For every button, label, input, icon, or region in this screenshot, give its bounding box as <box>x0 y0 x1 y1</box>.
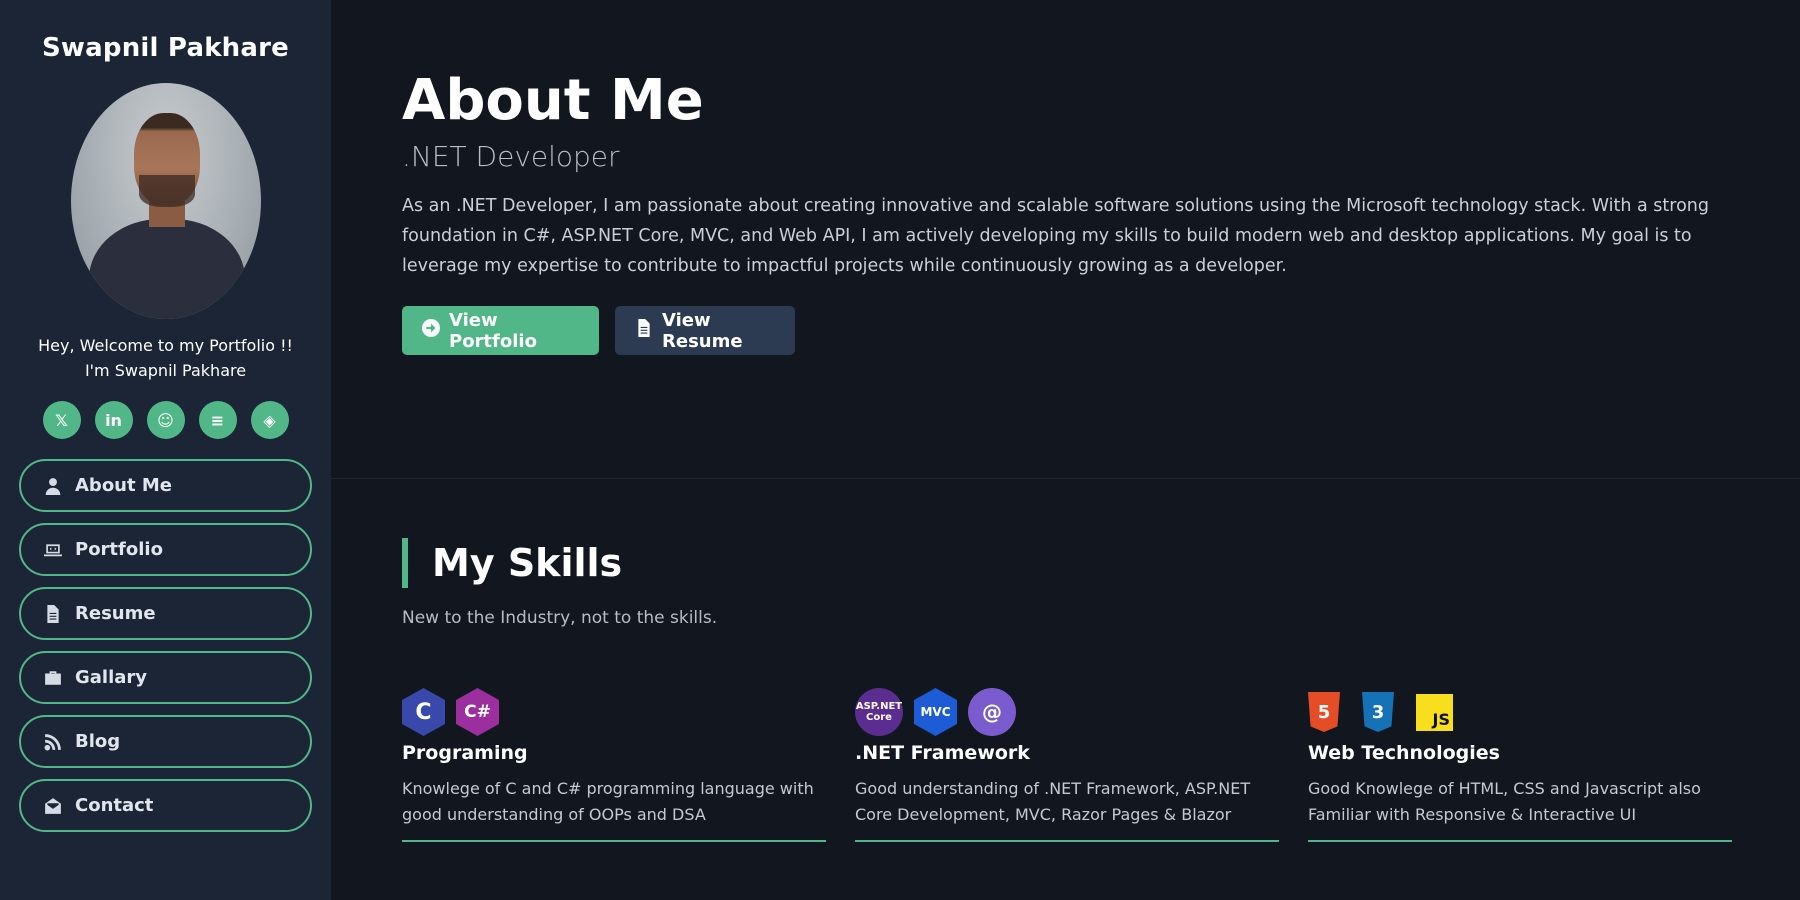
nav-item-about-me[interactable]: About Me <box>19 459 312 512</box>
about-description: As an .NET Developer, I am passionate ab… <box>402 196 1709 276</box>
x-twitter-icon[interactable]: 𝕏 <box>42 401 81 439</box>
nav-item-gallary[interactable]: Gallary <box>19 651 312 704</box>
c-language-icon: C <box>402 688 445 736</box>
main-content: About Me .NET Developer As an .NET Devel… <box>331 0 1800 900</box>
skill-grid: C C# Programing Knowlege of C and C# pro… <box>402 688 1800 842</box>
skill-card-title: Programing <box>402 742 528 764</box>
csharp-icon: C# <box>456 688 499 736</box>
view-resume-button[interactable]: View Resume <box>615 306 795 355</box>
profile-name: Swapnil Pakhare <box>42 33 289 63</box>
skill-icons: 5 3 JS <box>1308 688 1732 736</box>
nav-label: Gallary <box>75 667 148 688</box>
nav-label: Contact <box>75 795 154 816</box>
skill-card-description: Knowlege of C and C# programming languag… <box>402 779 814 824</box>
laptop-code-icon <box>43 540 63 560</box>
skill-card-title: Web Technologies <box>1308 742 1500 764</box>
javascript-icon: JS <box>1416 693 1453 731</box>
skill-card-dotnet: ASP.NET Core MVC @ .NET Framework Good u… <box>855 688 1279 842</box>
welcome-line-1: Hey, Welcome to my Portfolio !! <box>38 336 293 355</box>
stack-overflow-icon[interactable]: ≡ <box>198 401 237 439</box>
skills-heading: My Skills <box>402 538 1800 588</box>
avatar <box>70 83 261 319</box>
job-title: .NET Developer <box>402 140 620 173</box>
sidebar: Swapnil Pakhare Hey, Welcome to my Portf… <box>0 0 331 900</box>
nav-label: About Me <box>75 475 172 496</box>
skills-title: My Skills <box>432 541 623 585</box>
skills-section: My Skills New to the Industry, not to th… <box>331 479 1800 842</box>
about-section: About Me .NET Developer As an .NET Devel… <box>331 0 1800 479</box>
arrow-circle-right-icon <box>422 319 440 342</box>
codepen-icon[interactable]: ◈ <box>250 401 289 439</box>
blog-icon <box>43 732 63 752</box>
blazor-icon: @ <box>968 688 1016 736</box>
skill-card-description: Good Knowlege of HTML, CSS and Javascrip… <box>1308 779 1701 824</box>
file-icon <box>635 319 653 342</box>
envelope-open-icon <box>43 796 63 816</box>
aspnet-core-icon: ASP.NET Core <box>855 688 903 736</box>
css3-icon: 3 <box>1362 692 1394 732</box>
skill-card-programming: C C# Programing Knowlege of C and C# pro… <box>402 688 826 842</box>
view-portfolio-label: View Portfolio <box>449 309 537 352</box>
github-icon[interactable]: ☺ <box>146 401 185 439</box>
html5-icon: 5 <box>1308 692 1340 732</box>
nav-item-contact[interactable]: Contact <box>19 779 312 832</box>
view-resume-label: View Resume <box>662 309 743 352</box>
nav-item-blog[interactable]: Blog <box>19 715 312 768</box>
skill-card-description: Good understanding of .NET Framework, AS… <box>855 779 1251 824</box>
file-icon <box>43 604 63 624</box>
social-links: 𝕏 in ☺ ≡ ◈ <box>42 401 289 439</box>
nav-label: Blog <box>75 731 121 752</box>
about-actions: View Portfolio View Resume <box>402 306 1800 355</box>
nav-label: Resume <box>75 603 156 624</box>
welcome-line-2: I'm Swapnil Pakhare <box>84 361 247 380</box>
skills-subtitle: New to the Industry, not to the skills. <box>402 608 718 628</box>
nav-item-portfolio[interactable]: Portfolio <box>19 523 312 576</box>
user-icon <box>43 476 63 496</box>
sidebar-nav: About Me Portfolio Resume Gallary Blog C… <box>19 459 312 832</box>
page-title: About Me <box>402 68 704 133</box>
view-portfolio-button[interactable]: View Portfolio <box>402 306 599 355</box>
nav-item-resume[interactable]: Resume <box>19 587 312 640</box>
mvc-icon: MVC <box>914 688 957 736</box>
linkedin-icon[interactable]: in <box>94 401 133 439</box>
welcome-text: Hey, Welcome to my Portfolio !! I'm Swap… <box>38 333 293 383</box>
briefcase-icon <box>43 668 63 688</box>
skill-card-title: .NET Framework <box>855 742 1030 764</box>
nav-label: Portfolio <box>75 539 163 560</box>
skill-icons: C C# <box>402 688 826 736</box>
skill-icons: ASP.NET Core MVC @ <box>855 688 1279 736</box>
heading-accent-bar <box>402 538 408 588</box>
skill-card-web: 5 3 JS Web Technologies Good Knowlege of… <box>1308 688 1732 842</box>
